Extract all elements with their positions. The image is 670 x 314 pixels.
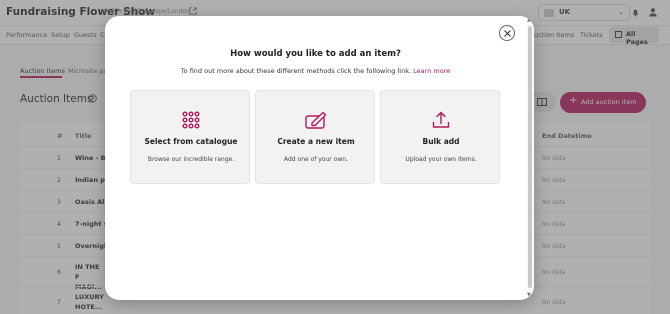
option-description: Upload your own items. bbox=[405, 156, 477, 163]
close-button[interactable] bbox=[499, 25, 515, 41]
scroll-up-icon[interactable]: ▲ bbox=[527, 17, 531, 23]
option-title: Bulk add bbox=[422, 137, 460, 146]
modal-description: To find out more about these different m… bbox=[105, 67, 526, 75]
option-description: Browse our incredible range. bbox=[147, 156, 235, 163]
add-item-modal: How would you like to add an item? To fi… bbox=[105, 16, 534, 300]
scrollbar-thumb[interactable] bbox=[528, 26, 532, 288]
option-create-new-item[interactable]: Create a new item Add one of your own. bbox=[255, 90, 375, 184]
close-icon bbox=[504, 30, 511, 37]
grid-dots-icon bbox=[182, 111, 200, 129]
upload-icon bbox=[432, 111, 450, 128]
modal-title: How would you like to add an item? bbox=[230, 49, 401, 59]
option-title: Create a new item bbox=[277, 137, 355, 146]
edit-item-icon bbox=[305, 111, 327, 129]
modal-description-text: To find out more about these different m… bbox=[180, 67, 412, 75]
modal-scrollbar[interactable]: ▲ ▼ bbox=[526, 16, 534, 300]
option-title: Select from catalogue bbox=[144, 137, 238, 146]
option-select-from-catalogue[interactable]: Select from catalogue Browse our incredi… bbox=[130, 90, 250, 184]
scroll-down-icon[interactable]: ▼ bbox=[527, 292, 531, 298]
option-description: Add one of your own. bbox=[284, 156, 348, 163]
learn-more-link[interactable]: Learn more bbox=[413, 67, 450, 75]
option-bulk-add[interactable]: Bulk add Upload your own items. bbox=[380, 90, 500, 184]
